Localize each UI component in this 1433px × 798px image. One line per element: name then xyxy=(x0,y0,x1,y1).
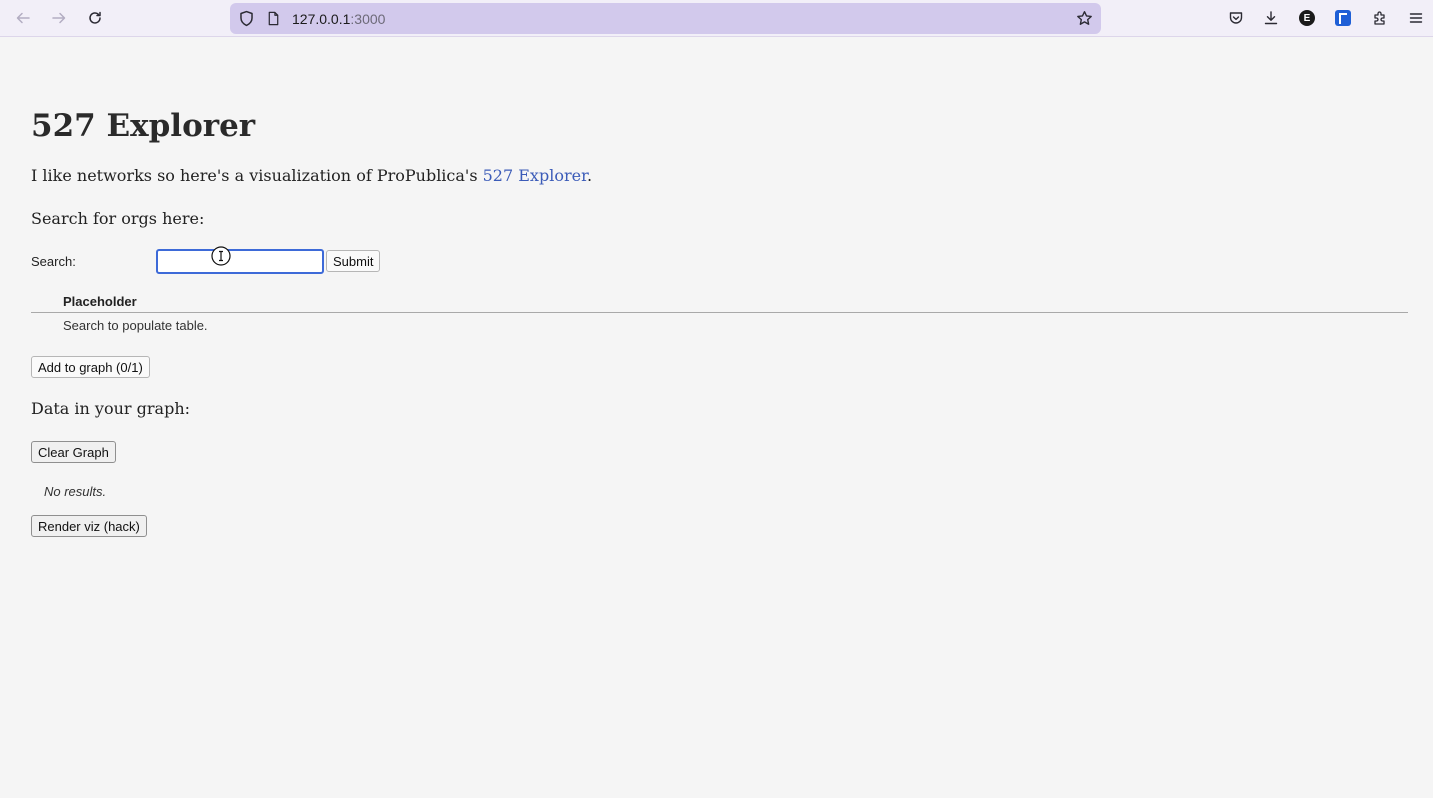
intro-prefix: I like networks so here's a visualizatio… xyxy=(31,166,483,185)
search-label: Search: xyxy=(31,254,76,269)
intro-text: I like networks so here's a visualizatio… xyxy=(31,166,592,185)
search-heading: Search for orgs here: xyxy=(31,209,205,228)
forward-button[interactable] xyxy=(46,6,72,30)
url-bar[interactable]: 127.0.0.1:3000 xyxy=(230,3,1101,34)
url-host: 127.0.0.1 xyxy=(292,11,351,27)
reload-button[interactable] xyxy=(82,6,108,30)
table-header: Placeholder xyxy=(31,294,1408,313)
submit-button[interactable]: Submit xyxy=(326,250,381,272)
table-empty-message: Search to populate table. xyxy=(63,318,208,333)
back-button[interactable] xyxy=(10,6,36,30)
browser-toolbar: 127.0.0.1:3000 E xyxy=(0,0,1433,37)
extension-blue-icon xyxy=(1335,10,1351,26)
extension-button[interactable] xyxy=(1330,6,1356,30)
clear-graph-button[interactable]: Clear Graph xyxy=(31,441,116,463)
results-table: Placeholder Search to populate table. xyxy=(31,294,1408,333)
arrow-left-icon xyxy=(16,12,30,24)
account-button[interactable]: E xyxy=(1294,6,1320,30)
page-title: 527 Explorer xyxy=(31,108,256,144)
hamburger-menu-icon xyxy=(1409,13,1423,23)
no-results-text: No results. xyxy=(44,484,107,499)
page-content: 527 Explorer I like networks so here's a… xyxy=(0,37,1433,797)
pocket-icon xyxy=(1229,12,1243,24)
arrow-right-icon xyxy=(52,12,66,24)
pocket-button[interactable] xyxy=(1223,6,1249,30)
extensions-button[interactable] xyxy=(1367,6,1393,30)
reload-icon xyxy=(89,11,101,24)
download-icon xyxy=(1264,11,1278,25)
render-viz-button[interactable]: Render viz (hack) xyxy=(31,515,147,537)
search-input[interactable] xyxy=(156,249,324,274)
downloads-button[interactable] xyxy=(1258,6,1284,30)
puzzle-icon xyxy=(1374,11,1385,25)
graph-heading: Data in your graph: xyxy=(31,399,191,418)
propublica-527-explorer-link[interactable]: 527 Explorer xyxy=(483,166,587,185)
shield-icon[interactable] xyxy=(238,10,255,27)
account-e-icon: E xyxy=(1299,10,1315,26)
menu-button[interactable] xyxy=(1403,6,1429,30)
intro-suffix: . xyxy=(586,166,593,185)
add-to-graph-button[interactable]: Add to graph (0/1) xyxy=(31,356,150,378)
url-port: :3000 xyxy=(350,11,386,27)
star-icon[interactable] xyxy=(1076,10,1093,27)
page-icon[interactable] xyxy=(266,10,281,27)
url-text[interactable]: 127.0.0.1:3000 xyxy=(292,11,385,27)
